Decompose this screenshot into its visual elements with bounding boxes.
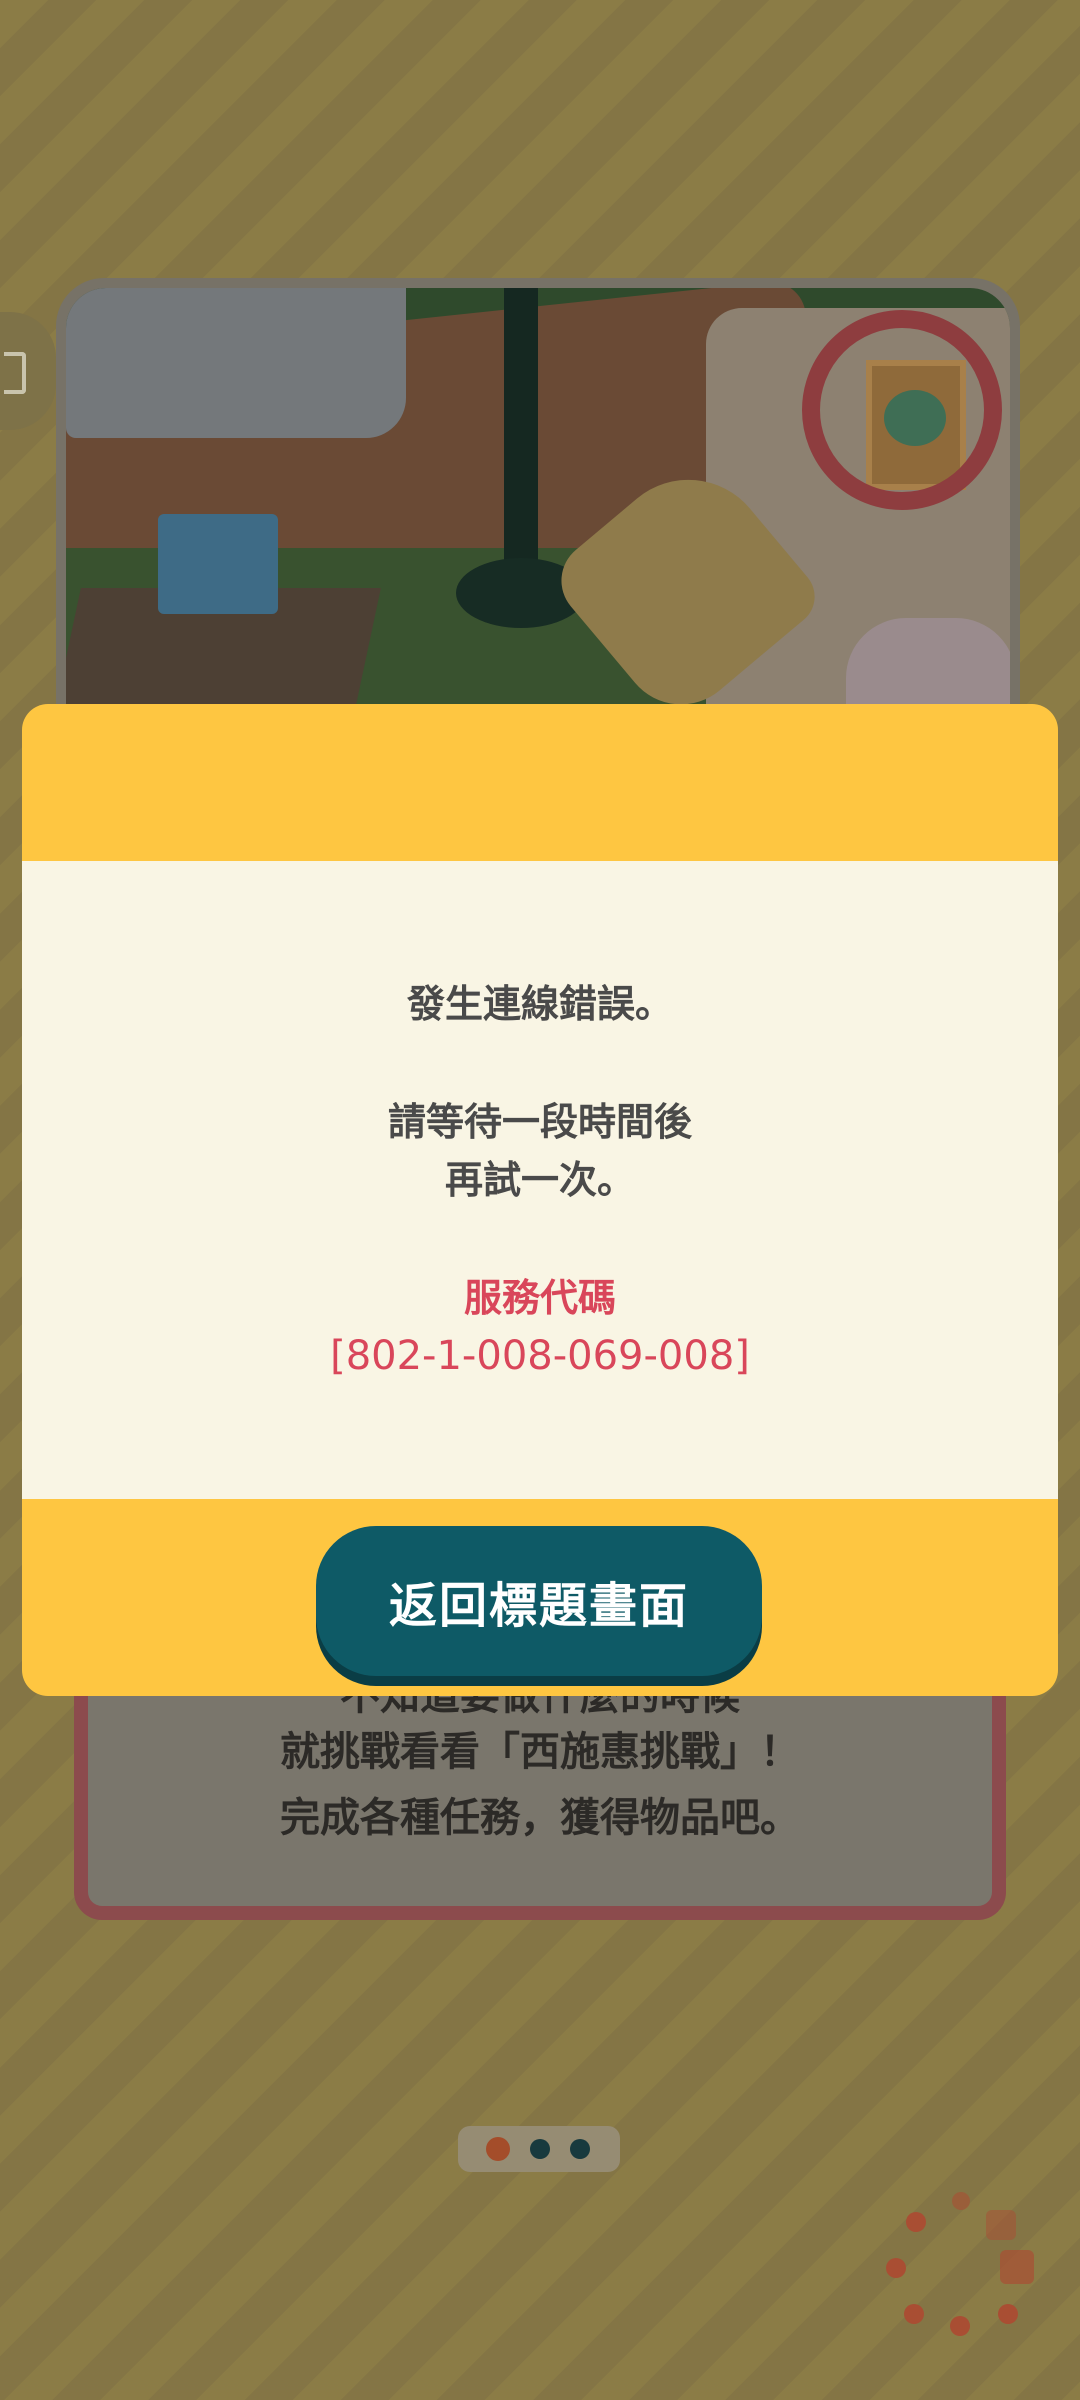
menu-icon <box>4 352 26 394</box>
error-message-line-3: 再試一次。 <box>444 1158 635 1202</box>
error-message-line-1: 發生連線錯誤。 <box>406 982 673 1026</box>
page-dot-1 <box>486 2137 510 2161</box>
page-dot-3 <box>570 2139 590 2159</box>
caption-line-3: 完成各種任務，獲得物品吧。 <box>280 1795 800 1841</box>
page-indicator <box>458 2126 620 2172</box>
connection-error-dialog: 發生連線錯誤。 請等待一段時間後 再試一次。 服務代碼 [802-1-008-0… <box>22 704 1058 1696</box>
loading-spinner-icon <box>880 2190 1034 2340</box>
caption-line-2: 就挑戰看看「西施惠挑戰」！ <box>280 1729 800 1775</box>
error-message-line-2: 請等待一段時間後 <box>387 1100 692 1144</box>
return-to-title-button[interactable]: 返回標題畫面 <box>316 1526 762 1676</box>
page-dot-2 <box>530 2139 550 2159</box>
service-code-label: 服務代碼 <box>463 1276 616 1320</box>
highlight-ring <box>802 310 1002 510</box>
service-code-value: [802-1-008-069-008] <box>330 1333 750 1379</box>
side-menu-tab <box>0 312 56 430</box>
dialog-message-area: 發生連線錯誤。 請等待一段時間後 再試一次。 服務代碼 [802-1-008-0… <box>22 861 1058 1499</box>
